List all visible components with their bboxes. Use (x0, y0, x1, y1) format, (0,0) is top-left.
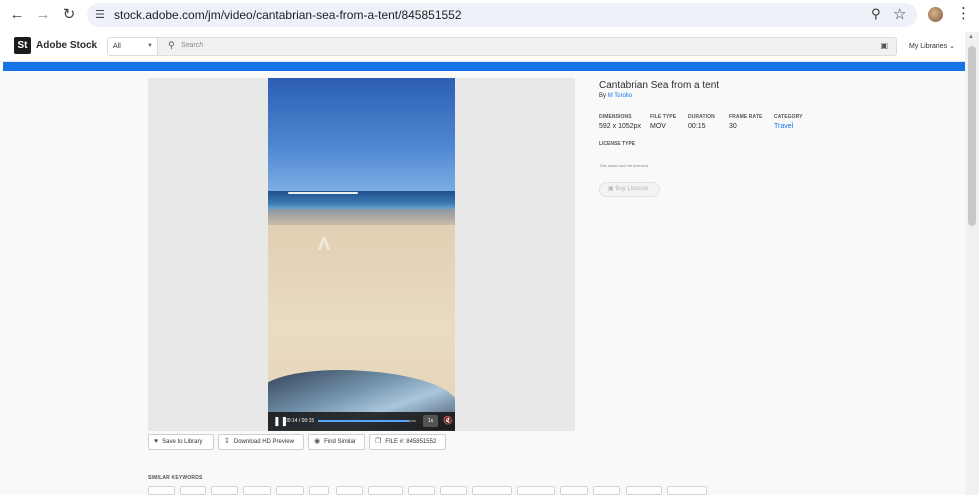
keyword-chip[interactable] (472, 486, 512, 495)
search-input[interactable]: Search (181, 42, 203, 49)
asset-page: Λ ❚❚ 00:14 / 00:15 1x 🔇 ♥ Save to Library… (0, 71, 965, 495)
license-type-heading: LICENSE TYPE (599, 141, 636, 147)
meta-frame-rate: FRAME RATE 30 (729, 114, 763, 130)
video-wave-foam (288, 192, 358, 194)
similar-keywords-heading: SIMILAR KEYWORDS (148, 475, 203, 481)
category-select-value: All (113, 43, 121, 50)
video-controls: ❚❚ 00:14 / 00:15 1x 🔇 (268, 412, 455, 431)
url-text: stock.adobe.com/jm/video/cantabrian-sea-… (114, 8, 462, 22)
file-number-button[interactable]: ❐ FILE #: 845851552 (369, 434, 446, 450)
keyword-chip[interactable] (276, 486, 304, 495)
my-libraries-menu[interactable]: My Libraries ⌄ (909, 42, 955, 50)
meta-category: CATEGORY Travel (774, 114, 803, 130)
zoom-icon[interactable]: ⚲ (871, 6, 881, 22)
keyword-chip[interactable] (211, 486, 238, 495)
keyword-chip[interactable] (560, 486, 588, 495)
camera-icon: ◉ (314, 438, 321, 445)
category-select[interactable]: All ▼ (108, 38, 158, 55)
keyword-chip[interactable] (336, 486, 363, 495)
scroll-thumb[interactable] (968, 46, 976, 226)
download-icon: ↧ (224, 438, 230, 445)
keyword-chip[interactable] (517, 486, 555, 495)
keyword-chip[interactable] (440, 486, 467, 495)
forward-button[interactable]: → (34, 6, 52, 24)
category-link[interactable]: Travel (774, 123, 803, 130)
brand-name[interactable]: Adobe Stock (36, 40, 97, 51)
keyword-chip[interactable] (408, 486, 435, 495)
keyword-chip[interactable] (243, 486, 271, 495)
license-note: This asset can't be licensed. (599, 163, 650, 168)
meta-file-type: FILE TYPE MOV (650, 114, 677, 130)
keyword-chip[interactable] (180, 486, 206, 495)
reload-button[interactable]: ↻ (60, 6, 78, 24)
heart-icon: ♥ (154, 438, 159, 445)
video-player[interactable]: Λ ❚❚ 00:14 / 00:15 1x 🔇 (268, 78, 455, 431)
browser-menu-icon[interactable]: ⋮ (956, 4, 971, 22)
keyword-chip[interactable] (309, 486, 329, 495)
browser-toolbar: ← → ↻ ☰ stock.adobe.com/jm/video/cantabr… (0, 0, 979, 30)
search-bar: All ▼ ⚲ Search ▣ (107, 37, 897, 56)
video-stage: Λ ❚❚ 00:14 / 00:15 1x 🔇 (148, 78, 575, 431)
copy-icon: ❐ (375, 438, 382, 445)
chevron-down-icon: ▼ (147, 43, 153, 49)
keyword-chip[interactable] (626, 486, 662, 495)
keyword-chip[interactable] (368, 486, 403, 495)
adobe-watermark-icon: Λ (318, 234, 331, 254)
meta-duration: DURATION 00:15 (688, 114, 715, 130)
keyword-chip[interactable] (667, 486, 707, 495)
author-link[interactable]: M Torollo (608, 93, 632, 99)
site-settings-icon[interactable]: ☰ (95, 8, 105, 21)
video-time: 00:14 / 00:15 (285, 418, 315, 424)
profile-avatar[interactable] (928, 7, 943, 22)
keyword-chip[interactable] (593, 486, 620, 495)
bookmark-star-icon[interactable]: ☆ (893, 5, 906, 23)
site-header: St Adobe Stock All ▼ ⚲ Search ▣ My Libra… (0, 32, 965, 62)
asset-byline: By M Torollo (599, 93, 632, 99)
download-preview-button[interactable]: ↧ Download HD Preview (218, 434, 304, 450)
page-scrollbar[interactable]: ▲ (965, 32, 979, 495)
save-to-library-button[interactable]: ♥ Save to Library (148, 434, 214, 450)
find-similar-button[interactable]: ◉ Find Similar (308, 434, 365, 450)
keyword-chip[interactable] (148, 486, 175, 495)
back-button[interactable]: ← (8, 6, 26, 24)
visual-search-icon[interactable]: ▣ (880, 41, 888, 50)
buy-license-button[interactable]: ▣ Buy License (599, 182, 660, 197)
meta-dimensions: DIMENSIONS 592 x 1052px (599, 114, 642, 130)
mute-icon[interactable]: 🔇 (443, 416, 453, 425)
asset-title: Cantabrian Sea from a tent (599, 80, 720, 91)
search-icon: ⚲ (168, 40, 175, 50)
adobe-stock-logo[interactable]: St (14, 37, 31, 54)
promo-banner (3, 62, 965, 71)
screen: ← → ↻ ☰ stock.adobe.com/jm/video/cantabr… (0, 0, 979, 495)
video-progress-fill (318, 420, 410, 422)
my-libraries-label: My Libraries (909, 43, 948, 50)
playback-rate-button[interactable]: 1x (423, 415, 438, 427)
video-progress-bar[interactable] (318, 420, 416, 422)
video-sky (268, 78, 455, 191)
cart-icon: ▣ (608, 186, 614, 192)
scroll-up-icon[interactable]: ▲ (968, 34, 974, 40)
address-bar[interactable]: ☰ stock.adobe.com/jm/video/cantabrian-se… (87, 3, 917, 27)
chevron-down-icon: ⌄ (949, 43, 955, 50)
video-wet-sand (268, 209, 455, 225)
